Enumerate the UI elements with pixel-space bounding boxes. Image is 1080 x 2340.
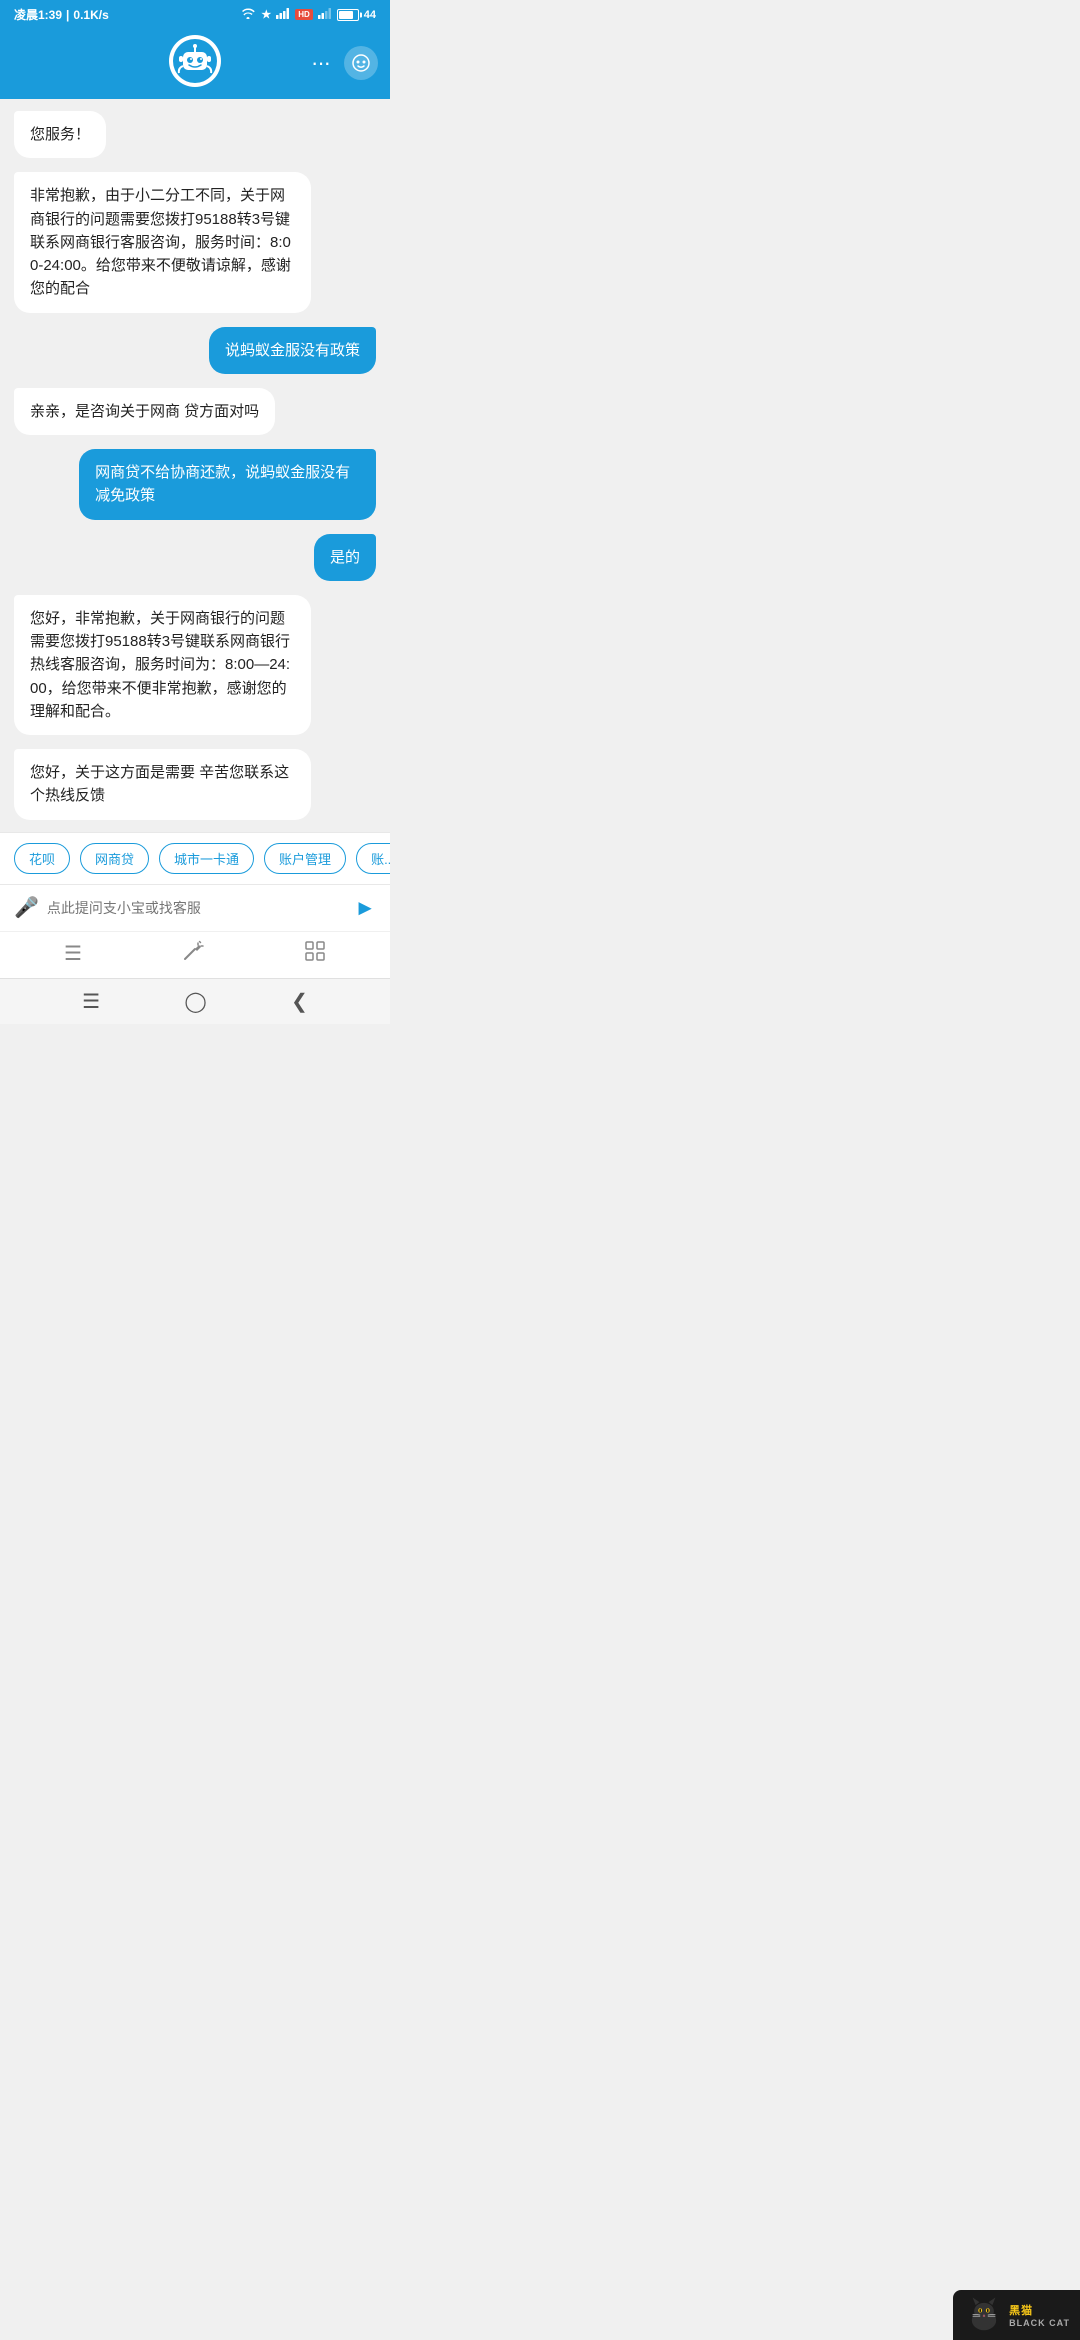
message-bubble-8: 您好，关于这方面是需要 辛苦您联系这个热线反馈 — [14, 749, 311, 820]
quick-reply-chips: 花呗网商贷城市一卡通账户管理账... — [0, 832, 390, 884]
battery-fill — [339, 11, 353, 19]
black-cat-brand-en: BLACK CAT — [1009, 2318, 1070, 2328]
nav-back-icon[interactable]: ❮ — [291, 989, 308, 1014]
mic-button[interactable]: 🎤 — [14, 895, 39, 920]
message-row: 是的 — [14, 534, 376, 581]
nav-home-icon[interactable]: ◯ — [184, 989, 206, 1014]
message-bubble-1: 您服务！ — [14, 111, 106, 158]
hd-badge: HD — [295, 9, 313, 20]
black-cat-brand: 黑猫 — [1009, 2302, 1070, 2318]
message-row: 亲亲，是咨询关于网商 贷方面对吗 — [14, 388, 376, 435]
android-nav-bar: ☰ ◯ ❮ — [0, 978, 390, 1024]
status-right: ★ HD 44 — [240, 7, 376, 22]
message-bubble-7: 您好，非常抱歉，关于网商银行的问题需要您拨打95188转3号键联系网商银行热线客… — [14, 595, 311, 735]
status-speed: | — [66, 8, 69, 22]
wand-icon[interactable] — [182, 940, 204, 968]
quick-reply-chip-5[interactable]: 账... — [356, 843, 390, 874]
bot-avatar — [169, 35, 221, 87]
message-bubble-2: 非常抱歉，由于小二分工不同，关于网商银行的问题需要您拨打95188转3号键联系网… — [14, 172, 311, 312]
quick-reply-chip-4[interactable]: 账户管理 — [264, 843, 346, 874]
nav-menu-icon[interactable]: ☰ — [82, 989, 100, 1014]
battery-icon — [337, 9, 359, 21]
status-left: 凌晨1:39 | 0.1K/s — [14, 6, 109, 23]
menu-icon[interactable]: ☰ — [64, 941, 82, 966]
input-area: 🎤 ► — [0, 884, 390, 931]
status-network-speed: 0.1K/s — [73, 8, 108, 22]
message-row: 非常抱歉，由于小二分工不同，关于网商银行的问题需要您拨打95188转3号键联系网… — [14, 172, 376, 312]
quick-reply-chip-1[interactable]: 花呗 — [14, 843, 70, 874]
chat-input[interactable] — [47, 900, 346, 916]
black-cat-logo — [965, 2296, 1003, 2334]
message-bubble-4: 亲亲，是咨询关于网商 贷方面对吗 — [14, 388, 275, 435]
wifi-icon — [240, 7, 256, 22]
message-row: 您服务！ — [14, 111, 376, 158]
message-bubble-3: 说蚂蚁金服没有政策 — [209, 327, 376, 374]
message-row: 网商贷不给协商还款，说蚂蚁金服没有减免政策 — [14, 449, 376, 520]
send-button[interactable]: ► — [354, 895, 376, 921]
avatar-button[interactable] — [344, 46, 378, 80]
message-row: 您好，关于这方面是需要 辛苦您联系这个热线反馈 — [14, 749, 376, 820]
chat-header: ··· — [0, 27, 390, 99]
battery-level: 44 — [364, 9, 376, 21]
header-actions: ··· — [307, 46, 378, 80]
quick-reply-chip-3[interactable]: 城市一卡通 — [159, 843, 254, 874]
message-bubble-5: 网商贷不给协商还款，说蚂蚁金服没有减免政策 — [79, 449, 376, 520]
black-cat-watermark: 黑猫 BLACK CAT — [953, 2290, 1080, 2340]
grid-icon[interactable] — [304, 940, 326, 968]
message-row: 您好，非常抱歉，关于网商银行的问题需要您拨打95188转3号键联系网商银行热线客… — [14, 595, 376, 735]
toolbar-row: ☰ — [0, 931, 390, 978]
message-bubble-6: 是的 — [314, 534, 376, 581]
bluetooth-icon: ★ — [261, 8, 271, 21]
signal-icon — [276, 8, 290, 22]
quick-reply-chip-2[interactable]: 网商贷 — [80, 843, 149, 874]
chat-area: 您服务！ 非常抱歉，由于小二分工不同，关于网商银行的问题需要您拨打95188转3号… — [0, 99, 390, 832]
4g-signal-icon — [318, 8, 332, 22]
status-time: 凌晨1:39 — [14, 6, 62, 23]
status-bar: 凌晨1:39 | 0.1K/s ★ HD — [0, 0, 390, 27]
message-row: 说蚂蚁金服没有政策 — [14, 327, 376, 374]
more-options-button[interactable]: ··· — [307, 46, 334, 80]
